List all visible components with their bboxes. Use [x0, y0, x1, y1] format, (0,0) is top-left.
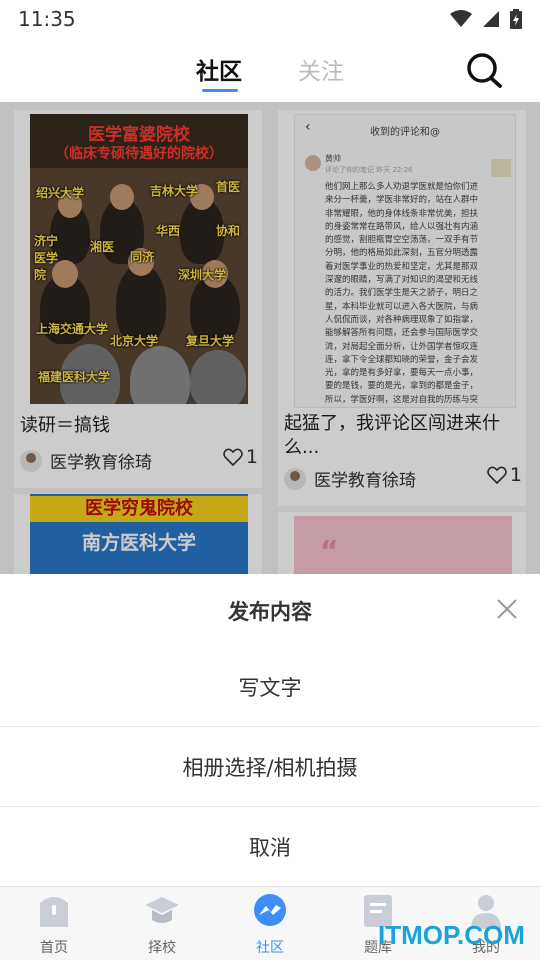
status-time: 11:35: [18, 7, 76, 31]
publish-sheet: 发布内容 写文字 相册选择/相机拍摄 取消: [0, 574, 540, 886]
tab-label: 首页: [40, 940, 68, 956]
tab-community[interactable]: 社区: [196, 52, 242, 86]
active-tab-indicator: [202, 89, 238, 92]
divider: [0, 726, 540, 727]
tab-school[interactable]: 择校: [122, 893, 202, 957]
battery-icon: [510, 9, 522, 29]
cancel-button[interactable]: 取消: [0, 832, 540, 862]
divider: [0, 806, 540, 807]
sheet-title: 发布内容: [228, 600, 312, 624]
tab-label: 择校: [148, 940, 176, 956]
dim-overlay[interactable]: [0, 102, 540, 574]
close-icon[interactable]: [494, 596, 520, 622]
tab-label: 社区: [256, 940, 284, 956]
tab-following[interactable]: 关注: [298, 52, 344, 86]
signal-icon: [483, 11, 499, 27]
watermark: ITMOP.COM: [378, 920, 525, 950]
home-icon: [40, 897, 68, 927]
album-camera-button[interactable]: 相册选择/相机拍摄: [0, 752, 540, 782]
search-icon[interactable]: [464, 50, 504, 90]
community-icon: [254, 894, 286, 926]
graduation-cap-icon: [145, 897, 179, 923]
write-text-button[interactable]: 写文字: [0, 672, 540, 702]
tab-community[interactable]: 社区: [230, 893, 310, 957]
tab-home[interactable]: 首页: [14, 893, 94, 957]
top-nav: 社区 关注: [0, 38, 540, 102]
status-bar: 11:35: [0, 0, 540, 38]
status-icons: [450, 9, 522, 29]
wifi-icon: [450, 10, 472, 27]
